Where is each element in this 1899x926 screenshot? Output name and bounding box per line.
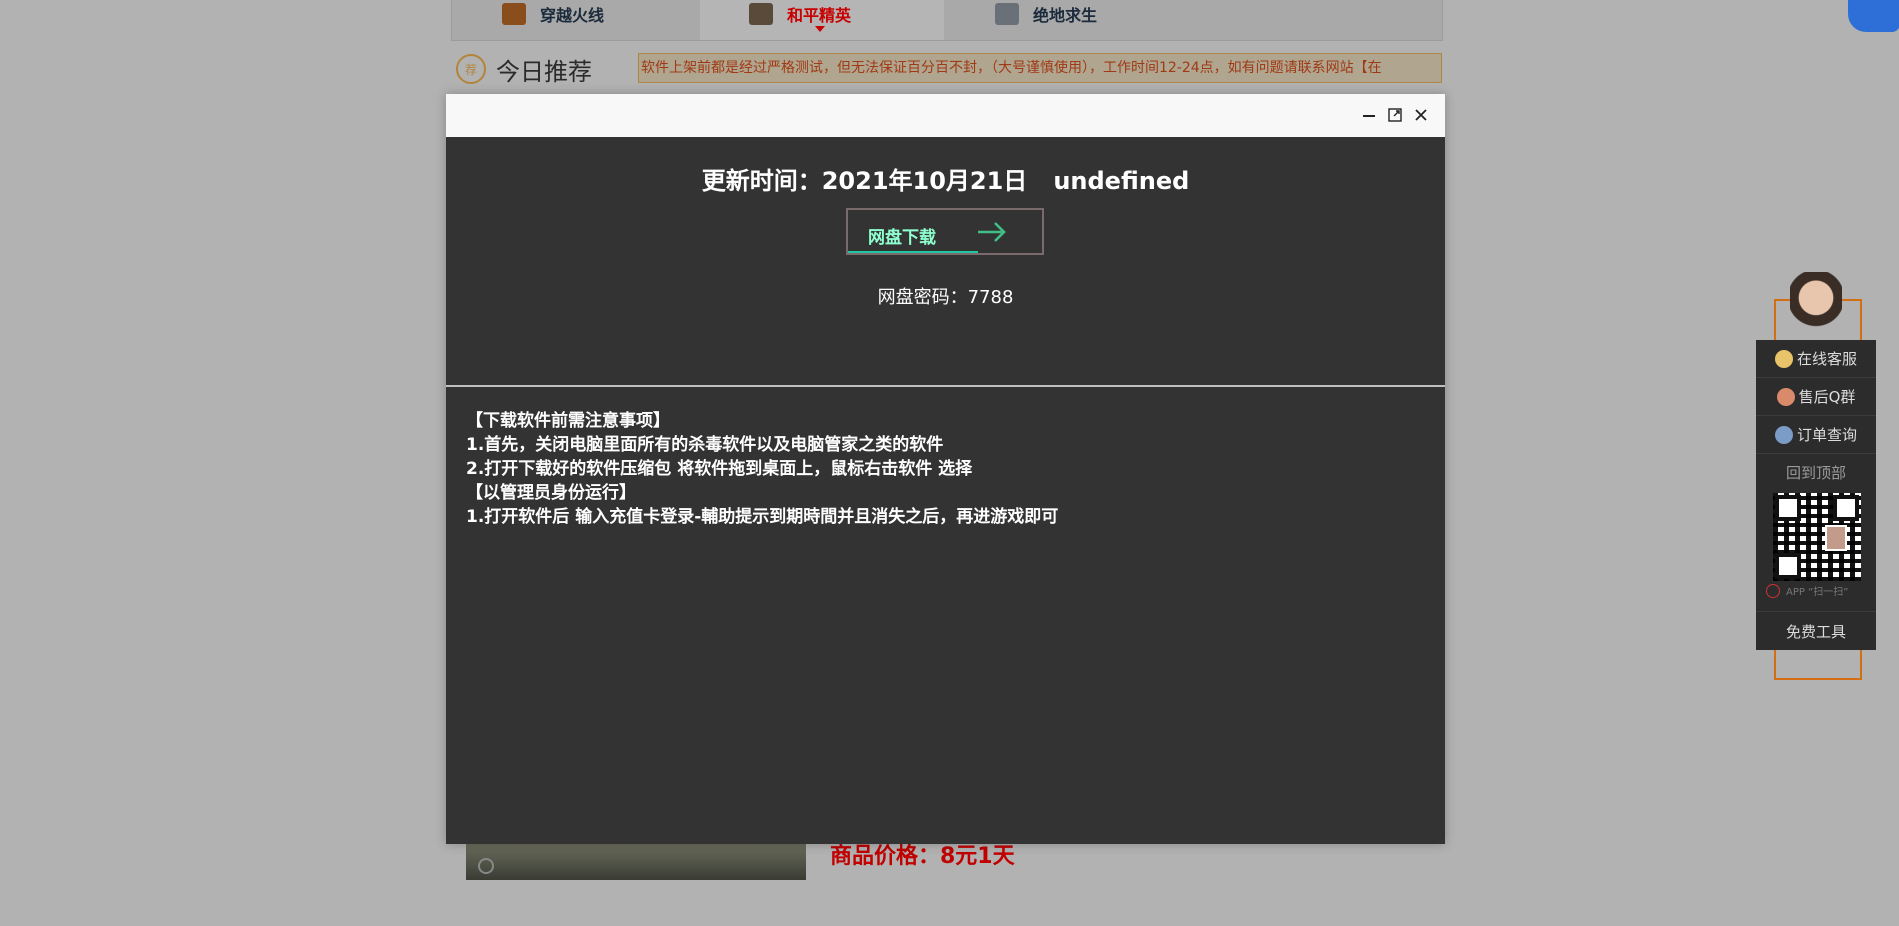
notice-marquee: 软件上架前都是经过严格测试，但无法保证百分百不封，（大号谨慎使用），工作时间12…	[638, 53, 1442, 83]
qr-code-image	[1773, 493, 1861, 581]
thumbnail-overlay-icon	[478, 858, 494, 874]
update-time-heading: 更新时间：2021年10月21日 undefined	[446, 161, 1445, 196]
peace-elite-logo-icon	[749, 3, 773, 25]
qr-caption: APP “扫一扫”	[1766, 583, 1848, 598]
recommend-title: 今日推荐	[496, 58, 592, 86]
update-extra-text: undefined	[1053, 167, 1190, 195]
floating-sidebar: 在线客服 售后Q群 订单查询 回到顶部 APP “扫一扫” 免费工具	[1756, 340, 1876, 650]
group-icon	[1776, 387, 1795, 406]
support-avatar	[1790, 272, 1842, 340]
sidebar-item-qq-group[interactable]: 售后Q群	[1756, 378, 1876, 416]
minimize-icon[interactable]	[1360, 106, 1378, 124]
qr-caption-text: APP “扫一扫”	[1786, 587, 1849, 598]
maximize-icon[interactable]	[1386, 106, 1404, 124]
notes-line: 1.首先，关闭电脑里面所有的杀毒软件以及电脑管家之类的软件	[466, 435, 944, 455]
back-to-top-button[interactable]: 回到顶部	[1756, 454, 1876, 491]
tab-cf[interactable]: 穿越火线	[502, 0, 604, 28]
notice-text: 软件上架前都是经过严格测试，但无法保证百分百不封，（大号谨慎使用），工作时间12…	[641, 60, 1382, 76]
notes-line: 1.打开软件后 输入充值卡登录-輔助提示到期時間并且消失之后，再进游戏即可	[466, 507, 1059, 527]
order-icon	[1774, 425, 1793, 444]
sidebar-item-label: 在线客服	[1796, 350, 1857, 368]
sidebar-item-order-query[interactable]: 订单查询	[1756, 416, 1876, 454]
qr-finder-icon	[1775, 495, 1801, 521]
product-thumbnail[interactable]	[466, 842, 806, 880]
tab-label: 穿越火线	[540, 6, 605, 25]
download-button-label: 网盘下载	[868, 228, 936, 248]
close-icon[interactable]	[1412, 106, 1430, 124]
download-button-underline	[848, 251, 978, 253]
qr-finder-icon	[1833, 495, 1859, 521]
scan-icon	[1766, 583, 1780, 598]
modal-titlebar	[446, 94, 1445, 137]
tab-pubg[interactable]: 绝地求生	[995, 0, 1097, 28]
sidebar-item-label: 售后Q群	[1798, 388, 1856, 406]
download-notes: 【下载软件前需注意事项】 1.首先，关闭电脑里面所有的杀毒软件以及电脑管家之类的…	[446, 387, 1445, 529]
sidebar-item-label: 订单查询	[1796, 426, 1857, 444]
tab-peace-elite[interactable]: 和平精英	[749, 0, 851, 28]
arrow-right-icon	[978, 222, 1006, 242]
qr-finder-icon	[1775, 553, 1801, 579]
sidebar-item-online-service[interactable]: 在线客服	[1756, 340, 1876, 378]
download-modal: 更新时间：2021年10月21日 undefined 网盘下载 网盘密码：7788…	[446, 94, 1445, 844]
notes-line: 【以管理员身份运行】	[466, 483, 636, 503]
netdisk-password: 网盘密码：7788	[877, 287, 1014, 308]
free-tools-button[interactable]: 免费工具	[1756, 611, 1876, 650]
modal-download-section: 更新时间：2021年10月21日 undefined 网盘下载 网盘密码：7788	[446, 137, 1445, 387]
qq-penguin-icon	[1774, 349, 1793, 368]
active-tab-caret-icon	[815, 26, 825, 32]
cf-logo-icon	[502, 3, 526, 25]
qr-avatar-icon	[1825, 525, 1847, 551]
notes-line: 【下载软件前需注意事项】	[466, 411, 670, 431]
pubg-logo-icon	[995, 3, 1019, 25]
update-time-text: 更新时间：2021年10月21日	[701, 167, 1028, 195]
notes-line: 2.打开下载好的软件压缩包 将软件拖到桌面上，鼠标右击软件 选择	[466, 459, 973, 479]
qr-code-block: APP “扫一扫”	[1756, 491, 1876, 598]
corner-logo-icon[interactable]	[1848, 0, 1899, 32]
recommend-badge: 荐	[456, 54, 486, 84]
netdisk-download-button[interactable]: 网盘下载	[846, 208, 1044, 255]
tab-label: 和平精英	[787, 6, 852, 25]
tab-label: 绝地求生	[1033, 6, 1098, 25]
